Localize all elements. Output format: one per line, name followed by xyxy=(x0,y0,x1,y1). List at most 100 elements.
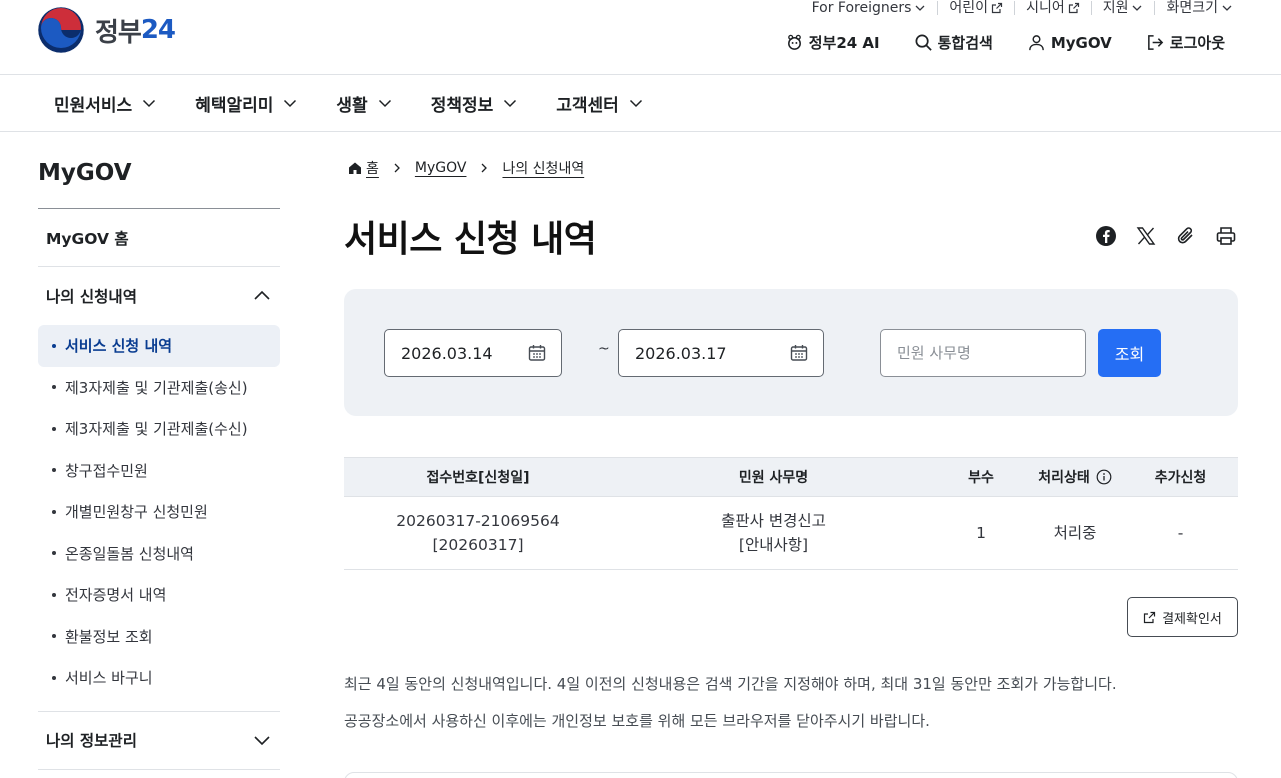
side-nav-item-label: 서비스 바구니 xyxy=(65,669,153,688)
query-button[interactable]: 조회 xyxy=(1098,329,1161,377)
chevron-down-icon xyxy=(629,99,642,108)
utility-screen-size[interactable]: 화면크기 xyxy=(1154,1,1233,15)
logout-button[interactable]: 로그아웃 xyxy=(1146,32,1225,53)
breadcrumb-home[interactable]: 홈 xyxy=(348,158,379,178)
page-title: 서비스 신청 내역 xyxy=(344,219,597,260)
chevron-down-icon xyxy=(1222,5,1232,11)
cell-service-name: 출판사 변경신고 [안내사항] xyxy=(612,496,935,570)
column-header-service-name: 민원 사무명 xyxy=(612,457,935,497)
utility-senior[interactable]: 시니어 xyxy=(1014,1,1091,15)
share-tools xyxy=(1094,224,1238,248)
side-nav-home-label: MyGOV 홈 xyxy=(46,229,129,248)
civil-service-name-input[interactable] xyxy=(880,329,1086,377)
side-nav-my-applications[interactable]: 나의 신청내역 xyxy=(38,267,280,325)
x-icon xyxy=(1136,227,1156,245)
print-button[interactable] xyxy=(1214,224,1238,248)
ai-button[interactable]: 정부24 AI xyxy=(785,32,880,53)
side-nav-item-label: 제3자제출 및 기관제출(송신) xyxy=(65,378,248,397)
chevron-right-icon xyxy=(394,163,400,173)
guide-link[interactable]: [안내사항] xyxy=(612,533,935,557)
bullet xyxy=(52,592,56,597)
side-nav-item-label: 제3자제출 및 기관제출(수신) xyxy=(65,420,248,439)
chevron-up-icon xyxy=(254,290,270,300)
payment-confirmation-button[interactable]: 결제확인서 xyxy=(1127,597,1238,637)
gnb-customer-center-label: 고객센터 xyxy=(556,95,619,116)
calendar-icon[interactable] xyxy=(789,343,809,363)
gnb-policy-info[interactable]: 정책정보 xyxy=(431,91,519,116)
home-icon xyxy=(349,162,361,174)
column-header-extra: 추가신청 xyxy=(1123,457,1238,497)
table-header-row: 접수번호[신청일] 민원 사무명 부수 처리상태 추가신청 xyxy=(344,457,1238,497)
column-header-copies: 부수 xyxy=(935,457,1027,497)
gnb-civil-service[interactable]: 민원서비스 xyxy=(54,91,157,116)
side-nav-item-refund[interactable]: 환불정보 조회 xyxy=(38,616,280,658)
notice-privacy: 공공장소에서 사용하신 이후에는 개인정보 보호를 위해 모든 브라우저를 닫아… xyxy=(344,712,930,730)
side-nav-my-info-label: 나의 정보관리 xyxy=(46,732,137,750)
side-nav-home[interactable]: MyGOV 홈 xyxy=(38,209,280,267)
side-nav-my-info[interactable]: 나의 정보관리 xyxy=(38,712,280,770)
end-date-field[interactable]: 2026.03.17 xyxy=(618,329,824,377)
utility-foreigners-label: For Foreigners xyxy=(811,0,912,16)
side-nav-item-individual-window[interactable]: 개별민원창구 신청민원 xyxy=(38,491,280,533)
side-nav-item-service-applications[interactable]: 서비스 신청 내역 xyxy=(38,325,280,367)
global-nav: 민원서비스 혜택알리미 생활 정책정보 고객센터 xyxy=(0,74,1281,132)
start-date-value: 2026.03.14 xyxy=(401,343,493,363)
side-nav-item-e-certificate[interactable]: 전자증명서 내역 xyxy=(38,574,280,616)
side-nav-item-counter-civil[interactable]: 창구접수민원 xyxy=(38,450,280,492)
ai-icon xyxy=(787,34,801,50)
gnb-life-label: 생활 xyxy=(336,95,368,116)
side-nav-item-all-day-care[interactable]: 온종일돌봄 신청내역 xyxy=(38,533,280,575)
start-date-field[interactable]: 2026.03.14 xyxy=(384,329,562,377)
side-nav-item-service-basket[interactable]: 서비스 바구니 xyxy=(38,657,280,699)
cell-status: 처리중 xyxy=(1027,496,1123,570)
user-icon xyxy=(1028,35,1044,51)
utility-screen-size-label: 화면크기 xyxy=(1166,0,1218,16)
chevron-down-icon xyxy=(378,99,391,108)
bullet xyxy=(52,675,56,680)
x-share-button[interactable] xyxy=(1134,224,1158,248)
utility-kids[interactable]: 어린이 xyxy=(937,1,1014,15)
external-link-icon xyxy=(1143,611,1156,623)
facebook-share-button[interactable] xyxy=(1094,224,1118,248)
bullet xyxy=(52,426,56,431)
breadcrumb-my-applications[interactable]: 나의 신청내역 xyxy=(502,158,584,178)
search-icon xyxy=(915,34,932,51)
cell-copies: 1 xyxy=(935,496,1027,570)
gnb-life[interactable]: 생활 xyxy=(336,91,392,116)
external-link-icon xyxy=(991,2,1003,14)
table-row: 20260317-21069564 [20260317] 출판사 변경신고 [안… xyxy=(344,496,1238,570)
facebook-icon xyxy=(1096,226,1116,246)
bullet xyxy=(52,551,56,556)
search-panel: 2026.03.14 ~ 2026.03.17 조회 xyxy=(344,289,1238,416)
status-header-label: 처리상태 xyxy=(1038,470,1090,486)
side-nav-item-third-party-receive[interactable]: 제3자제출 및 기관제출(수신) xyxy=(38,408,280,450)
date-range-separator: ~ xyxy=(598,341,610,357)
copy-link-button[interactable] xyxy=(1174,224,1198,248)
breadcrumb: 홈 MyGOV 나의 신청내역 xyxy=(348,158,584,178)
results-table: 접수번호[신청일] 민원 사무명 부수 처리상태 추가신청 20260317-2… xyxy=(344,457,1238,570)
utility-senior-label: 시니어 xyxy=(1026,0,1065,16)
mygov-label: MyGOV xyxy=(1050,33,1112,52)
mygov-button[interactable]: MyGOV xyxy=(1027,33,1112,52)
cell-receipt: 20260317-21069564 [20260317] xyxy=(344,496,612,570)
site-logo[interactable]: 정부 24 xyxy=(37,6,176,54)
utility-foreigners[interactable]: For Foreigners xyxy=(801,1,938,15)
side-nav-my-applications-label: 나의 신청내역 xyxy=(46,288,137,306)
ai-button-label: 정부24 AI xyxy=(808,34,880,52)
breadcrumb-mygov[interactable]: MyGOV xyxy=(415,160,467,176)
integrated-search-button[interactable]: 통합검색 xyxy=(914,32,993,53)
status-header-wrap: 처리상태 xyxy=(1038,467,1112,487)
gnb-benefit-alert[interactable]: 혜택알리미 xyxy=(195,91,298,116)
calendar-icon[interactable] xyxy=(527,343,547,363)
side-nav-item-label: 개별민원창구 신청민원 xyxy=(65,503,208,522)
side-nav-item-third-party-send[interactable]: 제3자제출 및 기관제출(송신) xyxy=(38,367,280,409)
receipt-number: 20260317-21069564 xyxy=(396,512,560,530)
utility-support[interactable]: 지원 xyxy=(1090,1,1155,15)
chevron-down-icon xyxy=(284,99,297,108)
breadcrumb-home-label: 홈 xyxy=(366,161,379,177)
info-icon[interactable] xyxy=(1096,469,1112,485)
utility-kids-label: 어린이 xyxy=(949,0,989,16)
logout-label: 로그아웃 xyxy=(1169,34,1225,52)
side-nav-item-label: 서비스 신청 내역 xyxy=(65,337,173,356)
gnb-customer-center[interactable]: 고객센터 xyxy=(556,91,644,116)
